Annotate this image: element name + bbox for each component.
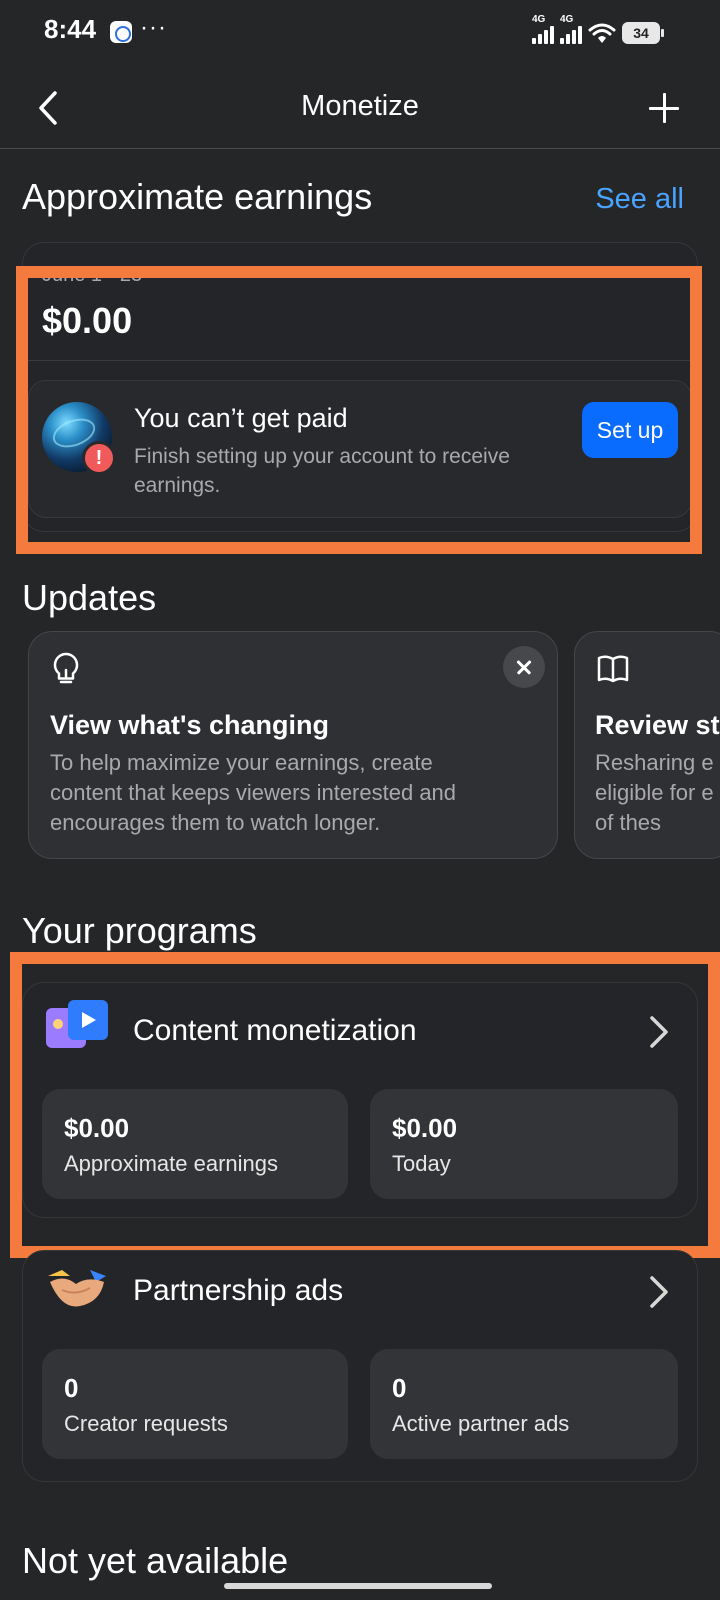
programs-heading: Your programs	[22, 910, 257, 951]
home-indicator[interactable]	[224, 1583, 492, 1589]
add-button[interactable]	[644, 88, 684, 128]
program-title: Partnership ads	[133, 1274, 344, 1307]
chevron-right-icon	[650, 1276, 668, 1308]
wifi-icon	[588, 23, 616, 43]
stat-value: 0	[64, 1373, 79, 1403]
earnings-divider	[24, 360, 696, 361]
alert-icon: !	[82, 441, 116, 475]
more-notifications-icon: ···	[140, 14, 167, 41]
update-card-title: Review sto	[595, 710, 720, 740]
header-divider	[0, 148, 720, 149]
stat-value: 0	[392, 1373, 407, 1403]
lightbulb-icon	[53, 652, 79, 684]
stat-label: Creator requests	[64, 1411, 228, 1436]
battery-icon: 34	[622, 22, 664, 44]
status-indicators: 4G 4G 34	[532, 14, 664, 44]
update-card-description: Resharing e eligible for e most of thes	[595, 750, 720, 835]
network-type-label: 4G	[560, 14, 574, 25]
status-time: 8:44	[44, 14, 97, 44]
update-card-title: View what's changing	[50, 710, 329, 740]
see-all-link[interactable]: See all	[595, 183, 684, 216]
update-card[interactable]: Review sto Resharing e eligible for e mo…	[574, 631, 720, 859]
signal-icon: 4G	[532, 14, 554, 44]
close-icon[interactable]	[503, 646, 545, 688]
signal-icon: 4G	[560, 14, 582, 44]
earnings-date-range: June 1 - 23	[42, 264, 143, 286]
earnings-heading: Approximate earnings	[22, 176, 373, 217]
not-available-heading: Not yet available	[22, 1540, 289, 1581]
stat-label: Today	[392, 1151, 451, 1176]
payout-warning-title: You can’t get paid	[134, 403, 348, 433]
page-title: Monetize	[301, 90, 419, 122]
stat-tile	[370, 1089, 678, 1199]
content-monetization-icon	[46, 1000, 108, 1048]
stat-label: Approximate earnings	[64, 1151, 279, 1176]
payout-warning-description: Finish setting up your account to receiv…	[134, 445, 510, 497]
program-title: Content monetization	[133, 1014, 417, 1047]
stat-tile	[42, 1349, 348, 1459]
chevron-right-icon	[650, 1016, 668, 1048]
updates-heading: Updates	[22, 577, 157, 618]
app-notification-icon	[110, 21, 132, 43]
stat-label: Active partner ads	[392, 1411, 570, 1436]
earnings-amount: $0.00	[42, 300, 133, 341]
update-card-description: To help maximize your earnings, create c…	[50, 750, 457, 835]
handshake-icon	[48, 1270, 106, 1307]
stat-tile	[370, 1349, 678, 1459]
stat-tile	[42, 1089, 348, 1199]
stat-value: $0.00	[64, 1113, 130, 1143]
book-icon	[597, 655, 629, 683]
network-type-label: 4G	[532, 14, 546, 25]
stat-value: $0.00	[392, 1113, 458, 1143]
set-up-button[interactable]: Set up	[582, 402, 678, 458]
